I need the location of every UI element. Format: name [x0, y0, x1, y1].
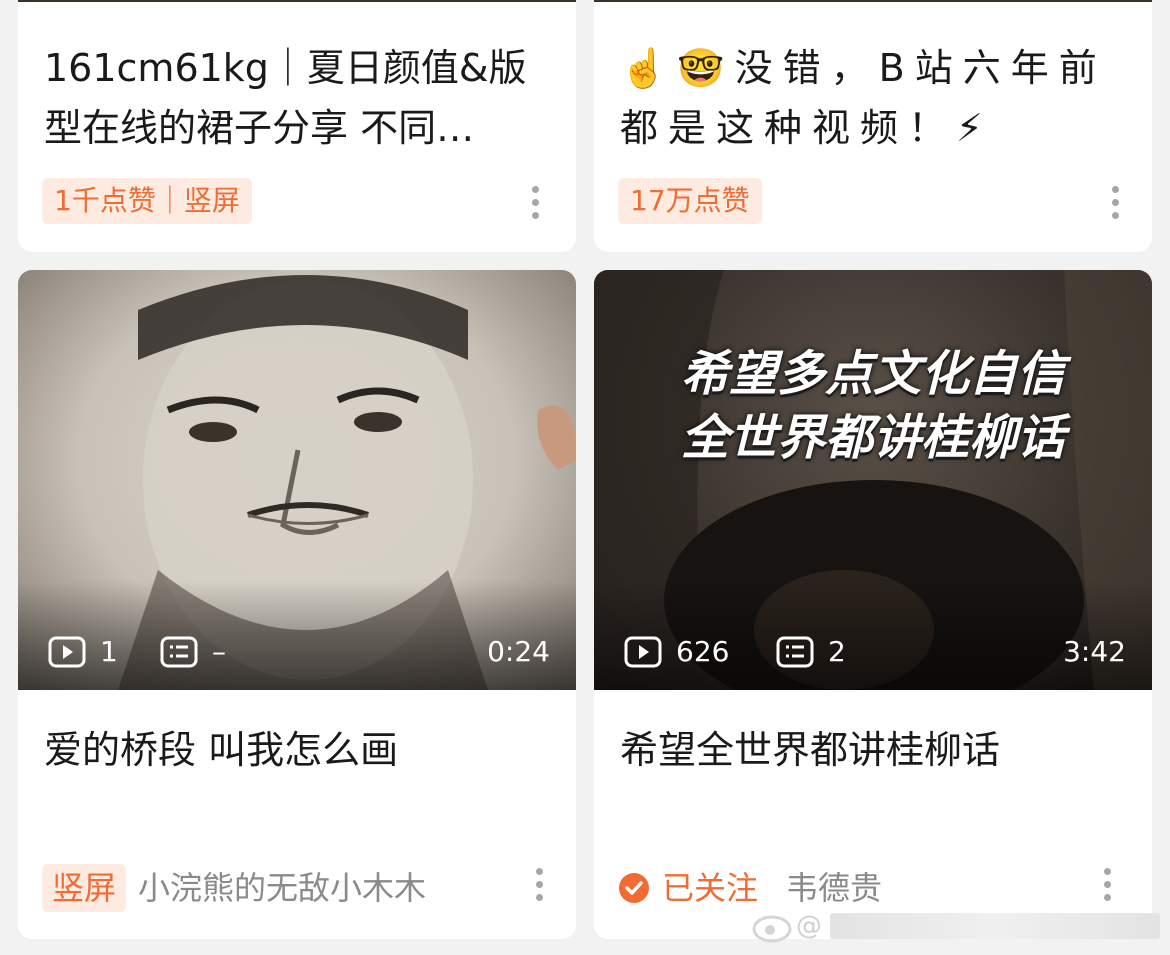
- author-name[interactable]: 韦德贵: [786, 864, 882, 912]
- watermark-redaction: [830, 913, 1160, 939]
- stats-badge: 1千点赞｜竖屏: [42, 178, 252, 224]
- overlay-caption-line2: 全世界都讲桂柳话: [680, 410, 1065, 466]
- watermark-text: @: [796, 911, 822, 941]
- comment-count: 2: [776, 632, 846, 672]
- video-stats-row: 626 2 3:42: [624, 632, 1126, 672]
- more-vertical-icon[interactable]: [534, 868, 544, 908]
- follow-label: 已关注: [662, 869, 759, 907]
- danmaku-icon: [776, 636, 814, 668]
- follow-status[interactable]: 已关注: [618, 864, 758, 912]
- video-card-2[interactable]: ☝️🤓没错，B站六年前都是这种视频！⚡ 17万点赞: [594, 0, 1152, 252]
- video-card-3[interactable]: 1 – 0:24 爱的桥段 叫我怎么画 竖屏 小浣熊的无敌小木木: [18, 270, 576, 939]
- video-title[interactable]: 希望全世界都讲桂柳话: [620, 722, 1126, 778]
- video-title[interactable]: 161cm61kg｜夏日颜值&版型在线的裙子分享 不同…: [44, 38, 550, 158]
- comment-count: –: [160, 632, 226, 672]
- thumbnail-edge: [18, 0, 576, 2]
- overlay-caption-line1: 希望多点文化自信: [680, 346, 1065, 402]
- thumbnail-edge: [594, 0, 1152, 2]
- play-count: 1: [48, 632, 118, 672]
- weibo-watermark: @: [752, 907, 1160, 945]
- video-title[interactable]: 爱的桥段 叫我怎么画: [44, 722, 550, 778]
- author-name[interactable]: 小浣熊的无敌小木木: [138, 864, 426, 912]
- video-card-4[interactable]: 希望多点文化自信 全世界都讲桂柳话 626 2 3:42 希望全世界都讲桂柳话 …: [594, 270, 1152, 939]
- comment-count-value: 2: [828, 635, 846, 668]
- play-count-value: 626: [676, 635, 730, 668]
- danmaku-icon: [160, 636, 198, 668]
- play-icon: [48, 636, 86, 668]
- play-count: 626: [624, 632, 729, 672]
- video-thumbnail[interactable]: 1 – 0:24: [18, 270, 576, 690]
- orientation-badge: 竖屏: [42, 864, 127, 912]
- play-icon: [624, 636, 662, 668]
- more-vertical-icon[interactable]: [1110, 186, 1120, 226]
- card-footer: 已关注 韦德贵: [618, 864, 1128, 912]
- video-thumbnail[interactable]: 希望多点文化自信 全世界都讲桂柳话 626 2 3:42: [594, 270, 1152, 690]
- video-duration: 3:42: [1063, 635, 1126, 668]
- video-stats-row: 1 – 0:24: [48, 632, 550, 672]
- video-duration: 0:24: [487, 635, 550, 668]
- video-card-1[interactable]: 161cm61kg｜夏日颜值&版型在线的裙子分享 不同… 1千点赞｜竖屏: [18, 0, 576, 252]
- comment-count-value: –: [212, 635, 226, 668]
- weibo-logo-icon: [752, 915, 792, 943]
- more-vertical-icon[interactable]: [530, 186, 540, 226]
- stats-badge: 17万点赞: [618, 178, 762, 224]
- card-footer: 竖屏 小浣熊的无敌小木木: [42, 864, 552, 912]
- check-circle-icon: [619, 873, 649, 903]
- play-count-value: 1: [100, 635, 118, 668]
- video-title[interactable]: ☝️🤓没错，B站六年前都是这种视频！⚡: [620, 38, 1126, 158]
- more-vertical-icon[interactable]: [1102, 868, 1112, 908]
